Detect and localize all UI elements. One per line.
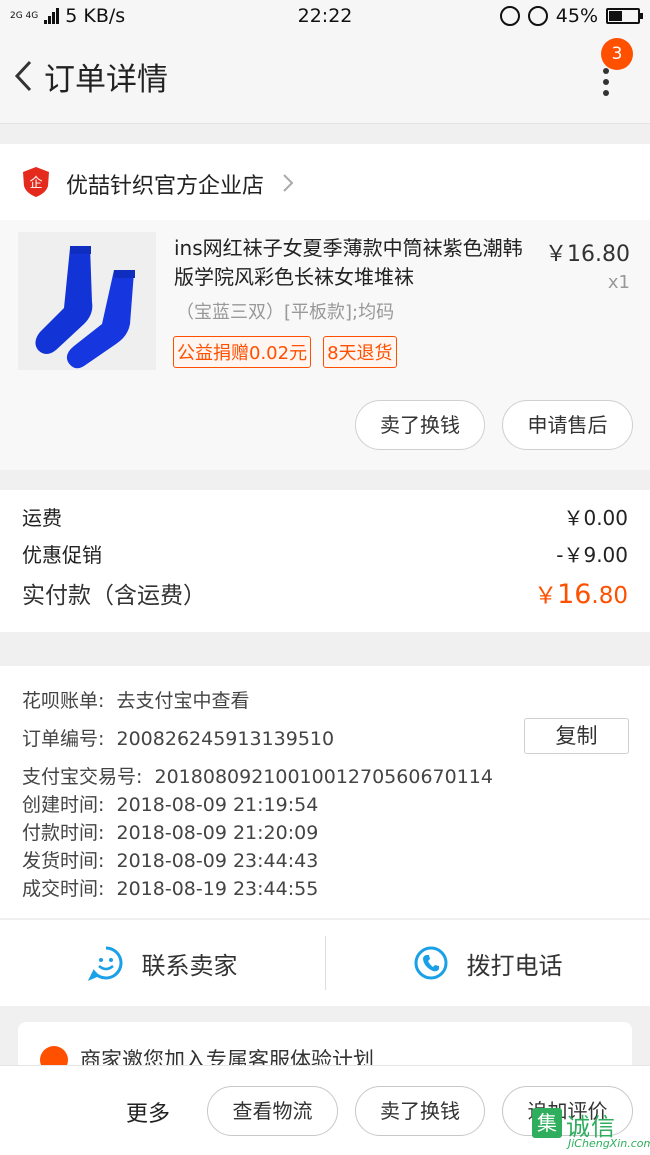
battery-icon — [606, 8, 643, 24]
nav-bar: 订单详情 3 — [0, 34, 650, 124]
order-number-label: 订单编号: — [22, 728, 105, 750]
order-number-row: 订单编号: 200826245913139510 — [22, 724, 334, 751]
alarm-icon — [527, 6, 548, 26]
discount-row: 优惠促销 -￥9.00 — [22, 539, 628, 568]
alipay-label: 支付宝交易号: — [22, 766, 143, 788]
shipped-row: 发货时间: 2018-08-09 23:44:43 — [22, 846, 318, 873]
order-item[interactable]: ins网红袜子女夏季薄款中筒袜紫色潮韩版学院风彩色长袜女堆堆袜 ￥16.80 x… — [0, 220, 650, 470]
socks-image — [18, 232, 156, 370]
cost-summary: 运费 ￥0.00 优惠促销 -￥9.00 实付款（含运费） ￥16.80 — [0, 490, 650, 632]
status-bar: 2G 4G 5 KB/s 22:22 45% — [0, 0, 650, 34]
huabei-link[interactable]: 去支付宝中查看 — [117, 690, 250, 712]
charity-tag: 公益捐赠0.02元 — [173, 336, 312, 368]
alipay-value: 20180809210010012705606701​14 — [154, 766, 493, 788]
total-value: ￥16.80 — [534, 576, 628, 610]
discount-value: -￥9.00 — [556, 543, 628, 567]
created-row: 创建时间: 2018-08-09 21:19:54 — [22, 790, 318, 817]
order-number-value: 200826245913139510 — [116, 728, 335, 750]
sell-button[interactable]: 卖了换钱 — [355, 400, 485, 450]
completed-row: 成交时间: 2018-08-19 23:44:55 — [22, 874, 318, 901]
chat-smile-icon — [87, 946, 122, 981]
product-title[interactable]: ins网红袜子女夏季薄款中筒袜紫色潮韩版学院风彩色长袜女堆堆袜 — [174, 234, 540, 292]
page-title: 订单详情 — [44, 62, 168, 98]
discount-label: 优惠促销 — [22, 543, 102, 567]
created-label: 创建时间: — [22, 794, 105, 816]
battery-level — [609, 11, 622, 21]
more-button[interactable]: 更多 — [126, 1096, 170, 1128]
contact-seller-button[interactable]: 联系卖家 — [0, 920, 325, 1006]
paid-value: 2018-08-09 21:20:09 — [116, 822, 319, 844]
paid-row: 付款时间: 2018-08-09 21:20:09 — [22, 818, 318, 845]
phone-icon — [414, 946, 447, 980]
product-price: ￥16.80 — [545, 242, 630, 267]
shipping-row: 运费 ￥0.00 — [22, 502, 628, 531]
more-options-icon[interactable] — [598, 68, 614, 98]
contact-seller-label: 联系卖家 — [141, 951, 238, 980]
call-phone-button[interactable]: 拨打电话 — [325, 920, 650, 1006]
huabei-label: 花呗账单: — [22, 690, 105, 712]
shop-header[interactable]: 企 优喆针织官方企业店 — [0, 144, 650, 220]
watermark: 集 诚信 JiChengXin.com — [532, 1104, 650, 1155]
battery-percent: 45% — [555, 5, 598, 27]
watermark-url: JiChengXin.com — [568, 1137, 650, 1150]
total-label: 实付款（含运费） — [22, 583, 206, 609]
contact-bar: 联系卖家 拨打电话 — [0, 920, 650, 1006]
back-arrow-icon[interactable] — [10, 56, 40, 96]
total-currency: ￥ — [534, 583, 558, 609]
watermark-logo: 集 — [532, 1108, 562, 1138]
created-value: 2018-08-09 21:19:54 — [116, 794, 319, 816]
view-logistics-button[interactable]: 查看物流 — [207, 1086, 338, 1136]
enterprise-shop-icon: 企 — [23, 167, 49, 197]
paid-label: 付款时间: — [22, 822, 105, 844]
shop-icon-label: 企 — [29, 175, 42, 191]
completed-label: 成交时间: — [22, 878, 105, 900]
notification-badge: 3 — [601, 38, 633, 70]
product-spec: （宝蓝三双）[平板款];均码 — [176, 302, 395, 323]
shipping-label: 运费 — [22, 506, 62, 530]
after-sales-button[interactable]: 申请售后 — [502, 400, 633, 450]
chevron-right-icon — [283, 174, 294, 192]
alipay-row: 支付宝交易号: 20180809210010012705606701​14 — [22, 762, 493, 789]
sell-for-cash-button[interactable]: 卖了换钱 — [355, 1086, 485, 1136]
call-phone-label: 拨打电话 — [466, 951, 563, 980]
total-integer: 16 — [557, 579, 592, 610]
order-info: 花呗账单: 去支付宝中查看 订单编号: 200826245913139510 复… — [0, 666, 650, 918]
shipping-value: ￥0.00 — [563, 506, 628, 530]
product-quantity: x1 — [607, 272, 630, 293]
huabei-row: 花呗账单: 去支付宝中查看 — [22, 686, 250, 713]
shipped-value: 2018-08-09 23:44:43 — [116, 850, 319, 872]
rotation-lock-icon — [499, 6, 520, 26]
shipped-label: 发货时间: — [22, 850, 105, 872]
shop-name: 优喆针织官方企业店 — [66, 174, 265, 199]
copy-button[interactable]: 复制 — [524, 718, 629, 754]
product-image[interactable] — [18, 232, 156, 370]
completed-value: 2018-08-19 23:44:55 — [116, 878, 319, 900]
total-row: 实付款（含运费） ￥16.80 — [22, 576, 628, 610]
return-policy-tag: 8天退货 — [323, 336, 397, 368]
total-decimal: .80 — [591, 583, 628, 609]
